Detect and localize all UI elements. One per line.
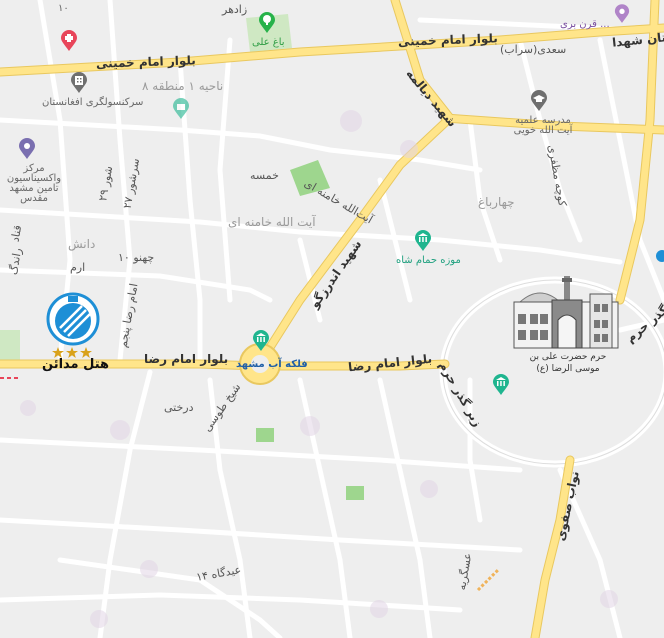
map-canvas[interactable]: بلوار امام خمینی بلوار امام خمینی بلوار …	[0, 0, 664, 638]
museum-icon	[415, 230, 431, 251]
faded-poi	[400, 140, 418, 158]
faded-poi	[340, 110, 362, 132]
road-label-imam-khomeini: بلوار امام خمینی	[95, 53, 196, 71]
poi-label-vaccination: مرکز واکسیناسیون تامین مشهد مقدس	[6, 163, 62, 204]
area-label-chaharbagh: چهارباغ	[478, 195, 515, 209]
haram-landmark[interactable]	[512, 274, 622, 356]
road-label-saadi: سعدی(سراب)	[500, 43, 567, 56]
poi-label-top-right: قرن بری ...	[560, 19, 610, 30]
museum-icon	[173, 98, 189, 119]
hotel-logo-icon	[46, 292, 100, 346]
location-icon	[614, 4, 630, 23]
top-right-pin[interactable]	[614, 4, 630, 28]
area-label-nahiyeh: ناحیه ۱ منطقه ۸	[142, 79, 224, 93]
tree-icon	[259, 12, 275, 33]
building-icon	[71, 72, 87, 93]
faded-poi	[420, 480, 438, 498]
ring-museum-pin[interactable]	[492, 374, 510, 400]
road-label-arem: ارم	[70, 261, 86, 274]
park-area	[0, 330, 20, 360]
faded-museum-pin[interactable]	[172, 98, 190, 124]
road-label-imam-reza-west: بلوار امام رضا	[144, 352, 229, 366]
graduation-cap-icon	[531, 90, 547, 111]
road-label-khamseh: خمسه	[250, 169, 279, 182]
school-pin[interactable]	[530, 90, 548, 116]
location-dot[interactable]	[656, 250, 664, 262]
faded-poi	[110, 420, 130, 440]
faded-poi	[600, 590, 618, 608]
hospital-pin[interactable]	[60, 30, 78, 56]
road-label-chehno-10: چهنو ۱۰	[118, 251, 155, 264]
museum-pin[interactable]	[414, 230, 432, 256]
hospital-icon	[61, 30, 77, 51]
road-label-zaddar: زادهر	[222, 3, 248, 16]
faded-poi	[370, 600, 388, 618]
falakeh-pin[interactable]	[252, 330, 270, 356]
road-label-imam-khomeini-2: بلوار امام خمینی	[397, 31, 498, 49]
poi-label-madraseh: مدرسه علمیه آیت الله خویی	[513, 115, 573, 136]
location-icon	[19, 138, 35, 159]
poi-label-hammam: موزه حمام شاه	[396, 255, 461, 266]
park-pin[interactable]	[258, 12, 276, 38]
hotel-name-label[interactable]: هتل مدائن	[42, 358, 109, 371]
poi-label-haram: حرم حضرت علی بن موسی الرضا (ع)	[529, 352, 607, 374]
faded-poi	[140, 560, 158, 578]
vaccination-pin[interactable]	[18, 138, 36, 164]
road-label-ghaddad: قناد	[8, 224, 25, 243]
museum-icon	[253, 330, 269, 351]
poi-label-falakeh: فلکه آب مشهد	[236, 359, 308, 370]
faded-poi	[90, 610, 108, 628]
faded-poi	[20, 400, 36, 416]
road-label-khamenei-2: آیت الله خامنه ای	[228, 215, 316, 229]
poi-label-top-left: ۱۰	[58, 3, 69, 14]
museum-icon	[493, 374, 509, 395]
poi-label-bagh-ali: باغ علی	[252, 37, 285, 48]
area-label-danesh: دانش	[68, 237, 96, 251]
faded-poi	[300, 416, 320, 436]
park-area	[346, 486, 364, 500]
hotel-marker[interactable]	[46, 292, 100, 350]
road-label-derakhti: درختی	[164, 401, 194, 414]
park-area	[256, 428, 274, 442]
shrine-icon	[513, 276, 619, 349]
consulate-pin[interactable]	[70, 72, 88, 98]
poi-label-consulate: سرکنسولگری افغانستان	[42, 97, 144, 108]
